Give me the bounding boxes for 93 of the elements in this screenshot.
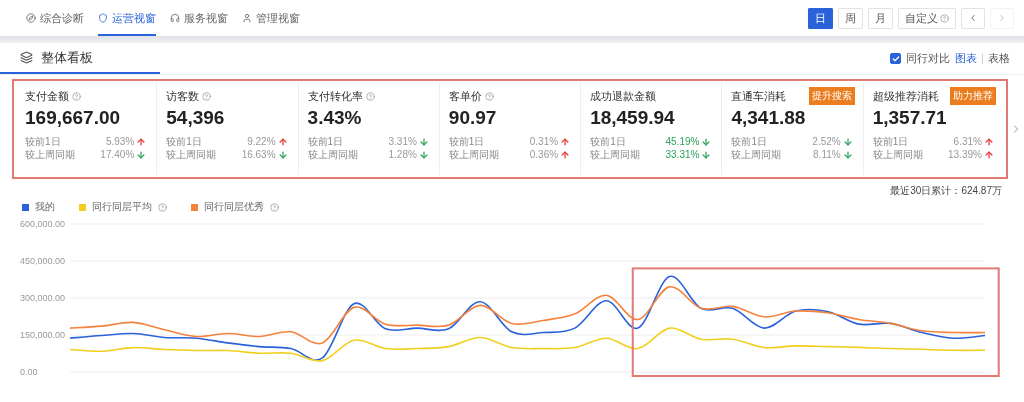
user-icon [242, 13, 252, 23]
nav-tab[interactable]: 管理视窗 [242, 0, 300, 36]
total-summary: 最近30日累计：624.87万 [890, 184, 1002, 198]
prev-button[interactable] [961, 7, 985, 29]
delta-value: 0.36% [529, 148, 559, 161]
delta-value: 1.28% [388, 148, 417, 161]
metric-name: 访客数 [166, 88, 212, 104]
help-icon[interactable] [158, 202, 167, 212]
delta-label: 较前1日 [448, 135, 485, 148]
help-icon[interactable] [72, 91, 81, 101]
up-arrow-icon [560, 136, 571, 147]
metric-name: 超级推荐消耗 [872, 88, 939, 104]
delta-label: 较上周同期 [731, 148, 782, 161]
help-icon[interactable] [940, 13, 949, 23]
delta-label: 较上周同期 [872, 148, 923, 161]
metric-value: 1,357.71 [872, 107, 948, 129]
compass-icon [26, 13, 36, 23]
y-axis-label: 0.00 [20, 367, 38, 377]
down-arrow-icon [277, 149, 288, 160]
delta-value: 0.31% [529, 135, 559, 148]
up-arrow-icon [560, 149, 571, 160]
delta-value: 45.19% [665, 135, 700, 148]
down-arrow-icon [842, 136, 853, 147]
layers-icon [20, 51, 33, 64]
down-arrow-icon [701, 136, 712, 147]
delta-value: 17.40% [100, 148, 135, 161]
delta-value: 5.93% [105, 135, 135, 148]
delta-value: 8.11% [813, 148, 841, 161]
help-icon[interactable] [270, 202, 279, 212]
compare-checkbox[interactable] [890, 53, 901, 64]
down-arrow-icon [701, 149, 712, 160]
delta-label: 较上周同期 [307, 148, 358, 161]
period-button[interactable]: 月 [868, 7, 893, 29]
down-arrow-icon [842, 149, 853, 160]
metric-name: 成功退款金额 [590, 88, 657, 104]
delta-value: 16.63% [241, 148, 276, 161]
metric-name: 支付转化率 [307, 88, 375, 104]
delta-label: 较前1日 [872, 135, 909, 148]
metric-value: 4,341.88 [731, 107, 807, 129]
y-axis-label: 300,000.00 [20, 293, 66, 303]
delta-value: 9.22% [247, 135, 276, 148]
nav-tab[interactable]: 服务视窗 [170, 0, 228, 36]
metric-name: 客单价 [448, 88, 494, 104]
delta-label: 较上周同期 [166, 148, 217, 161]
help-icon[interactable] [202, 91, 212, 101]
compare-label: 同行对比 [906, 51, 950, 66]
metric-value: 18,459.94 [590, 107, 676, 129]
metric-value: 3.43% [307, 107, 363, 129]
period-button[interactable]: 自定义 [898, 7, 956, 29]
delta-label: 较前1日 [25, 135, 61, 148]
period-button[interactable]: 周 [838, 7, 863, 29]
headphones-icon [170, 13, 180, 23]
down-arrow-icon [136, 149, 147, 160]
chevron-right-icon [997, 13, 1007, 23]
y-axis-label: 450,000.00 [20, 256, 66, 266]
metric-name: 支付金额 [25, 88, 81, 104]
delta-label: 较前1日 [590, 135, 626, 148]
delta-value: 2.52% [812, 135, 841, 148]
delta-label: 较上周同期 [448, 148, 499, 161]
metric-value: 54,396 [166, 107, 226, 129]
help-icon[interactable] [484, 91, 494, 101]
delta-value: 6.31% [953, 135, 982, 148]
delta-value: 33.31% [665, 148, 700, 161]
up-arrow-icon [136, 136, 147, 147]
down-arrow-icon [418, 136, 429, 147]
legend-item[interactable]: 同行同层优秀 [191, 200, 279, 214]
shield-icon [98, 13, 108, 23]
delta-label: 较前1日 [307, 135, 344, 148]
up-arrow-icon [983, 149, 994, 160]
down-arrow-icon [418, 149, 429, 160]
delta-label: 较前1日 [166, 135, 202, 148]
y-axis-label: 600,000.00 [20, 219, 66, 229]
delta-value: 3.31% [388, 135, 417, 148]
metric-value: 90.97 [448, 107, 498, 129]
delta-label: 较上周同期 [25, 148, 75, 161]
panel-title: 整体看板 [41, 48, 93, 67]
period-button[interactable]: 日 [808, 7, 833, 29]
delta-label: 较前1日 [731, 135, 767, 148]
help-icon[interactable] [365, 91, 375, 101]
delta-value: 13.39% [948, 148, 982, 161]
view-toggle[interactable]: 表格 [988, 51, 1010, 66]
delta-label: 较上周同期 [590, 148, 641, 161]
up-arrow-icon [983, 136, 994, 147]
nav-tab[interactable]: 综合诊断 [26, 0, 84, 36]
up-arrow-icon [277, 136, 288, 147]
legend-item[interactable]: 同行同层平均 [79, 200, 167, 214]
panel-tab[interactable]: 整体看板 [0, 43, 160, 74]
view-toggle[interactable]: 图表 [955, 51, 977, 66]
legend-item[interactable]: 我的 [22, 200, 55, 214]
metric-value: 169,667.00 [25, 107, 122, 129]
metric-name: 直通车消耗 [731, 88, 787, 104]
y-axis-label: 150,000.00 [20, 330, 66, 340]
chevron-left-icon [968, 13, 978, 23]
